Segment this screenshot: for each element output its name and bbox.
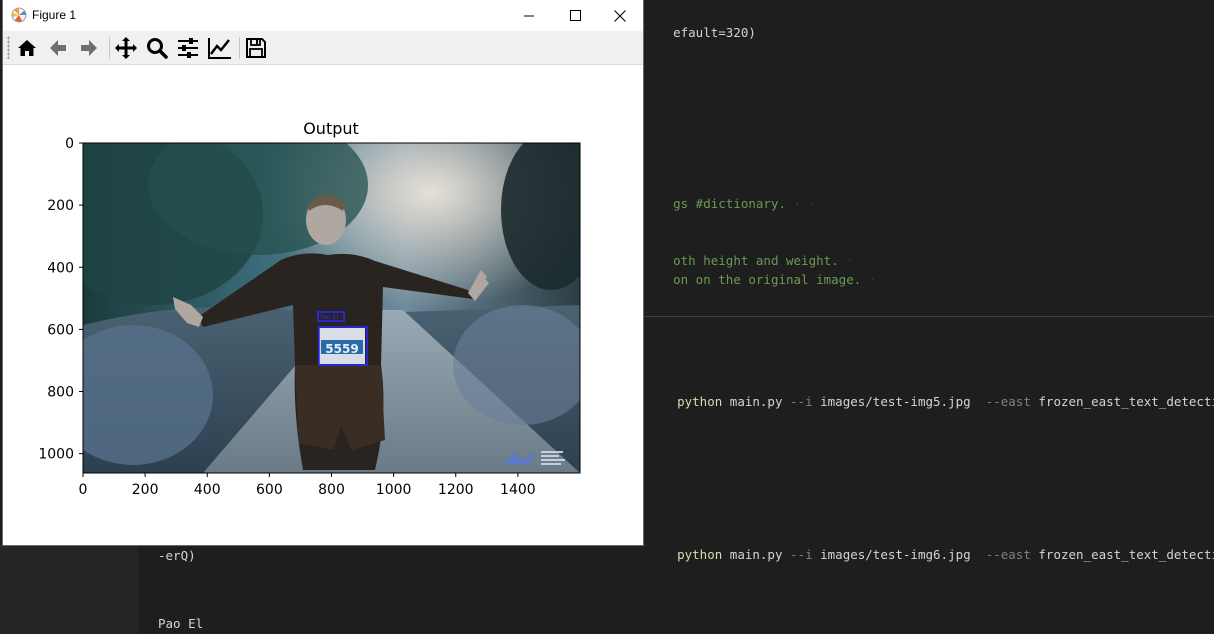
minimize-icon bbox=[524, 15, 534, 16]
minimize-button[interactable] bbox=[506, 0, 552, 31]
subplots-config-icon bbox=[178, 38, 198, 58]
x-tick-label: 1000 bbox=[376, 482, 412, 498]
detection-label: Pao El bbox=[320, 314, 338, 321]
y-tick-label: 600 bbox=[47, 322, 74, 338]
x-tick-label: 1400 bbox=[500, 482, 536, 498]
plot-title: Output bbox=[303, 119, 359, 138]
save-icon bbox=[246, 38, 266, 58]
y-axis: 0 200 400 600 800 1000 bbox=[38, 136, 83, 463]
pane-divider[interactable] bbox=[643, 316, 1214, 317]
y-tick-label: 0 bbox=[65, 136, 74, 152]
figure-window[interactable]: Figure 1 Output 5559 Pao El 0 200 400 60… bbox=[3, 0, 643, 545]
window-titlebar[interactable]: Figure 1 bbox=[3, 0, 643, 31]
plot-svg[interactable]: Output 5559 Pao El 0 200 400 600 800 100… bbox=[3, 65, 643, 545]
code-line-comment-dictionary: gs #dictionary. · · bbox=[673, 196, 817, 211]
pan-button[interactable] bbox=[113, 35, 139, 61]
terminal-output-line: -erQ) bbox=[158, 548, 196, 563]
navigation-toolbar bbox=[3, 31, 643, 65]
terminal-command-2: python main.py --i images/test-img6.jpg … bbox=[677, 547, 1214, 562]
x-tick-label: 400 bbox=[194, 482, 221, 498]
save-button[interactable] bbox=[243, 35, 269, 61]
forward-arrow-icon bbox=[81, 40, 97, 56]
edit-axis-button[interactable] bbox=[207, 35, 233, 61]
window-title: Figure 1 bbox=[32, 8, 77, 22]
y-tick-label: 800 bbox=[47, 385, 74, 401]
y-tick-label: 1000 bbox=[38, 447, 74, 463]
terminal-output-detected-text: Pao El bbox=[158, 616, 204, 631]
edit-axis-icon bbox=[208, 38, 231, 59]
x-tick-label: 800 bbox=[318, 482, 345, 498]
zoom-button[interactable] bbox=[144, 35, 170, 61]
figure-canvas[interactable]: Output 5559 Pao El 0 200 400 600 800 100… bbox=[3, 65, 643, 545]
toolbar-separator bbox=[109, 37, 110, 59]
code-line-default: efault=320) bbox=[673, 25, 756, 40]
bib-number: 5559 bbox=[325, 342, 358, 356]
x-tick-label: 1200 bbox=[438, 482, 474, 498]
x-tick-label: 600 bbox=[256, 482, 283, 498]
y-tick-label: 400 bbox=[47, 260, 74, 276]
configure-subplots-button[interactable] bbox=[175, 35, 201, 61]
close-icon bbox=[614, 9, 626, 22]
y-tick-label: 200 bbox=[47, 198, 74, 214]
code-line-comment-image: on on the original image. · bbox=[673, 272, 877, 287]
back-arrow-icon bbox=[50, 40, 66, 56]
forward-button[interactable] bbox=[76, 35, 102, 61]
maximize-icon bbox=[569, 10, 581, 21]
pan-icon bbox=[115, 37, 137, 59]
close-button[interactable] bbox=[597, 0, 643, 31]
zoom-icon bbox=[147, 38, 168, 59]
x-tick-label: 200 bbox=[132, 482, 159, 498]
home-icon bbox=[18, 40, 36, 56]
toolbar-grip[interactable] bbox=[7, 36, 10, 59]
editor-left-panel bbox=[0, 545, 138, 634]
plot-image: 5559 Pao El bbox=[83, 143, 580, 473]
x-tick-label: 0 bbox=[79, 482, 88, 498]
home-button[interactable] bbox=[14, 35, 40, 61]
matplotlib-app-icon bbox=[11, 7, 27, 23]
toolbar-separator bbox=[239, 37, 240, 59]
terminal-command-1: python main.py --i images/test-img5.jpg … bbox=[677, 394, 1214, 409]
maximize-button[interactable] bbox=[552, 0, 598, 31]
x-axis: 0 200 400 600 800 1000 1200 1400 bbox=[79, 473, 536, 498]
back-button[interactable] bbox=[45, 35, 71, 61]
